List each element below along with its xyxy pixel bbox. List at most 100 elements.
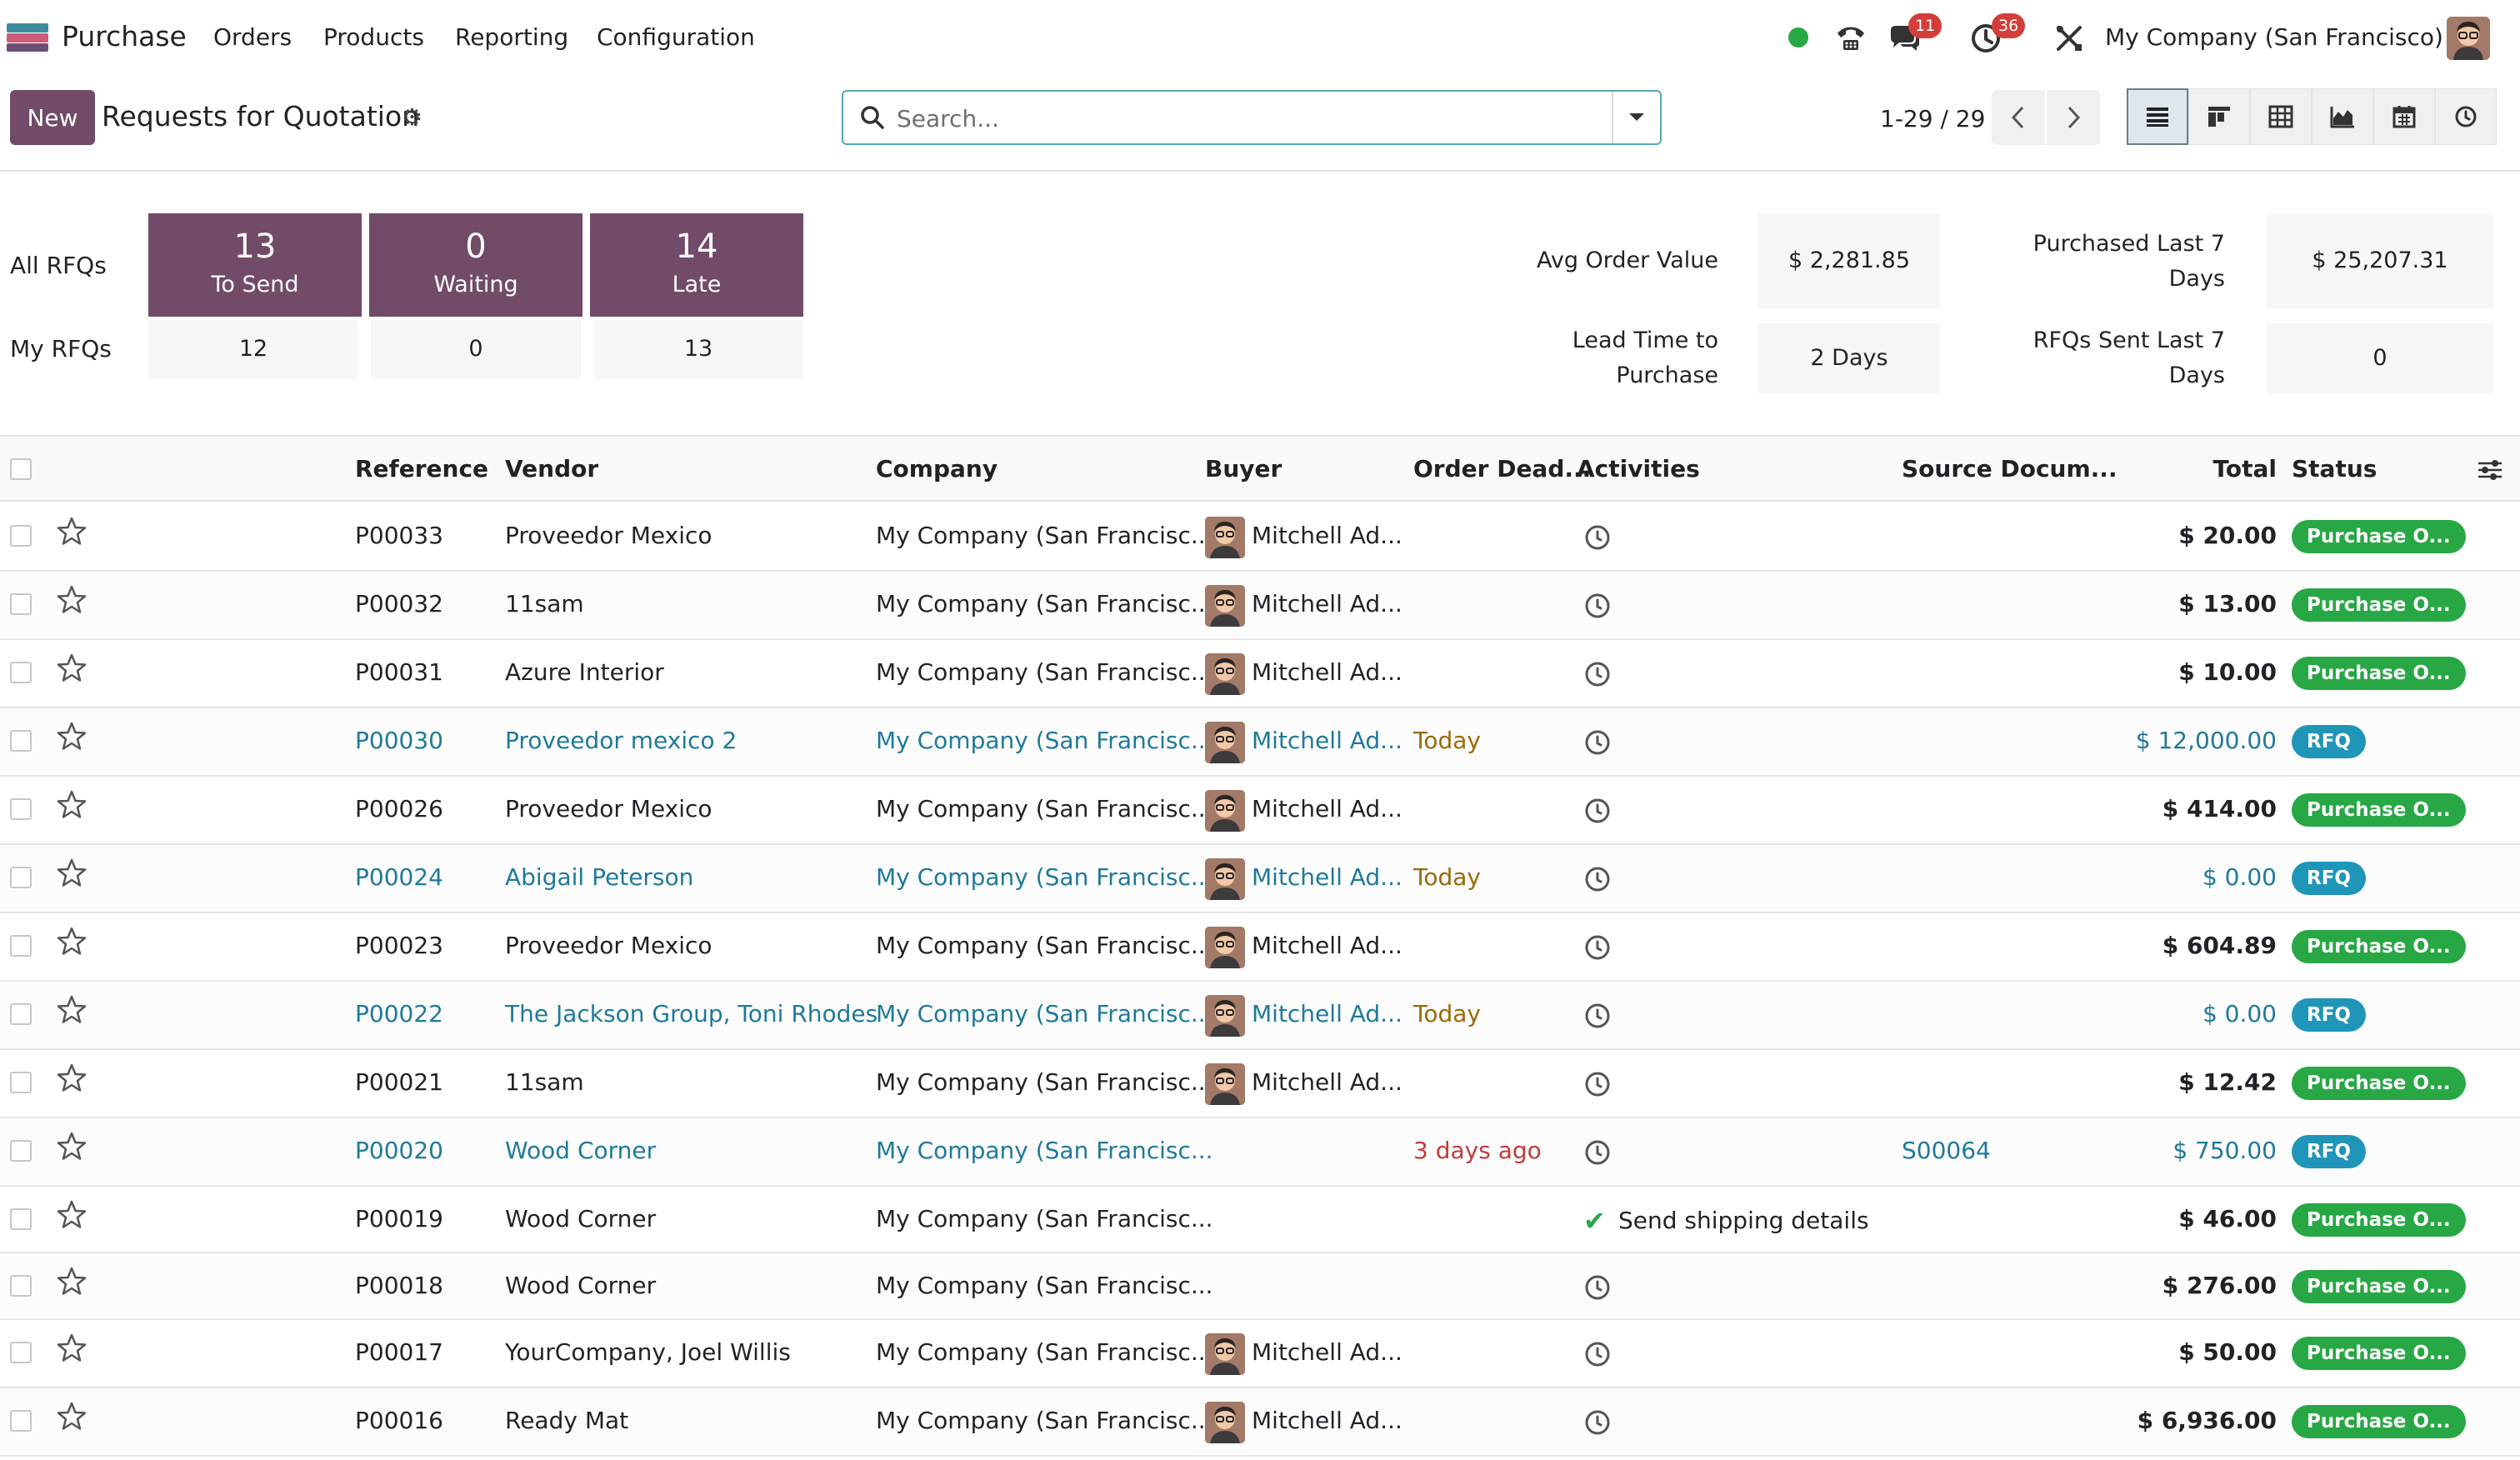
kanban-view-button[interactable] [2188,88,2250,145]
calendar-view-button[interactable] [2373,88,2435,145]
column-source-document[interactable]: Source Docum... [1902,455,2118,482]
gear-icon[interactable]: ⚙ [402,103,422,131]
activity-view-button[interactable] [2435,88,2497,145]
menu-products[interactable]: Products [323,23,424,51]
table-row[interactable]: P00019 Wood Corner My Company (San Francis… [0,1187,2520,1253]
table-row[interactable]: P00022 The Jackson Group, Toni Rhodes My C… [0,982,2520,1050]
row-checkbox[interactable] [10,798,32,820]
row-checkbox[interactable] [10,662,32,683]
column-company[interactable]: Company [876,455,998,482]
table-row[interactable]: P00031 Azure Interior My Company (San Fran… [0,640,2520,708]
table-row[interactable]: P00018 Wood Corner My Company (San Francis… [0,1253,2520,1320]
clock-icon[interactable] [1583,865,1612,893]
row-checkbox[interactable] [10,935,32,957]
clock-icon[interactable] [1583,1408,1612,1437]
column-order-deadline[interactable]: Order Dead... [1413,455,1591,482]
table-row[interactable]: P00020 Wood Corner My Company (San Francis… [0,1118,2520,1187]
table-row[interactable]: P00032 11sam My Company (San Francisc... Mi… [0,572,2520,640]
checkmark-icon[interactable]: ✔ [1583,1205,1606,1237]
table-row[interactable]: P00024 Abigail Peterson My Company (San Fr… [0,845,2520,913]
table-row[interactable]: P00033 Proveedor Mexico My Company (San Fr… [0,503,2520,572]
row-checkbox[interactable] [10,593,32,615]
clock-icon[interactable] [1583,797,1612,825]
clock-icon[interactable] [1583,933,1612,962]
purchase-app-icon[interactable] [7,23,48,52]
row-checkbox[interactable] [10,525,32,547]
row-source-document[interactable]: S00064 [1902,1137,1991,1164]
debug-tools-icon[interactable] [2050,17,2088,60]
star-icon[interactable] [55,1130,88,1163]
row-checkbox[interactable] [10,1140,32,1162]
row-checkbox[interactable] [10,1410,32,1432]
select-all-checkbox[interactable] [10,458,32,480]
row-checkbox[interactable] [10,867,32,888]
table-row[interactable]: P00026 Proveedor Mexico My Company (San Fr… [0,777,2520,845]
star-icon[interactable] [55,720,88,753]
clock-icon[interactable] [1583,660,1612,688]
column-reference[interactable]: Reference [355,455,488,482]
clock-icon[interactable] [1583,1138,1612,1167]
clock-icon[interactable] [1583,523,1612,552]
pager-previous-button[interactable] [1992,90,2045,145]
column-vendor[interactable]: Vendor [505,455,598,482]
column-activities[interactable]: Activities [1577,455,1700,482]
table-row[interactable]: P00017 YourCompany, Joel Willis My Company… [0,1320,2520,1388]
menu-orders[interactable]: Orders [213,23,292,51]
star-icon[interactable] [55,583,88,617]
tile-value: 0 [465,228,487,266]
star-icon[interactable] [55,515,88,548]
row-checkbox[interactable] [10,1342,32,1363]
star-icon[interactable] [55,652,88,685]
search-options-toggle[interactable] [1612,92,1660,143]
star-icon[interactable] [55,788,88,822]
column-total[interactable]: Total [2093,455,2278,482]
app-name[interactable]: Purchase [62,20,187,52]
column-buyer[interactable]: Buyer [1205,455,1282,482]
table-row[interactable]: P00021 11sam My Company (San Francisc... Mi… [0,1050,2520,1118]
menu-configuration[interactable]: Configuration [597,23,755,51]
row-checkbox[interactable] [10,1072,32,1093]
pager-value[interactable]: 1-29 / 29 [1880,105,1985,132]
graph-view-button[interactable] [2312,88,2373,145]
tile-waiting[interactable]: 0 Waiting [369,213,582,317]
star-icon[interactable] [55,1062,88,1095]
star-icon[interactable] [55,925,88,958]
optional-columns-icon[interactable] [2477,457,2503,488]
menu-reporting[interactable]: Reporting [455,23,568,51]
clock-icon[interactable] [1583,1340,1612,1368]
star-icon[interactable] [55,1332,88,1365]
table-row[interactable]: P00016 Ready Mat My Company (San Francisc.… [0,1388,2520,1457]
tile-late[interactable]: 14 Late [590,213,803,317]
clock-icon[interactable] [1583,728,1612,757]
user-avatar[interactable] [2447,17,2490,60]
row-checkbox[interactable] [10,1275,32,1297]
clock-icon[interactable] [1583,1273,1612,1302]
pager-next-button[interactable] [2047,90,2100,145]
search-input[interactable] [897,100,1613,137]
my-waiting-cell[interactable]: 0 [371,320,581,378]
star-icon[interactable] [55,857,88,890]
row-activity-summary[interactable]: Send shipping details [1618,1207,1869,1234]
row-total: $ 50.00 [2178,1338,2277,1366]
clock-icon[interactable] [1583,1002,1612,1030]
company-switcher[interactable]: My Company (San Francisco) [2105,23,2443,51]
table-row[interactable]: P00023 Proveedor Mexico My Company (San Fr… [0,913,2520,982]
row-checkbox[interactable] [10,1208,32,1230]
star-icon[interactable] [55,1198,88,1232]
row-checkbox[interactable] [10,1003,32,1025]
phone-icon[interactable] [1830,17,1872,60]
list-view-button[interactable] [2127,88,2188,145]
clock-icon[interactable] [1583,592,1612,620]
table-row[interactable]: P00030 Proveedor mexico 2 My Company (San … [0,708,2520,777]
star-icon[interactable] [55,993,88,1027]
my-late-cell[interactable]: 13 [593,320,803,378]
row-checkbox[interactable] [10,730,32,752]
column-status[interactable]: Status [2292,455,2377,482]
clock-icon[interactable] [1583,1070,1612,1098]
tile-to-send[interactable]: 13 To Send [148,213,362,317]
star-icon[interactable] [55,1265,88,1298]
pivot-view-button[interactable] [2250,88,2312,145]
new-button[interactable]: New [10,90,95,145]
star-icon[interactable] [55,1400,88,1433]
my-to-send-cell[interactable]: 12 [148,320,358,378]
